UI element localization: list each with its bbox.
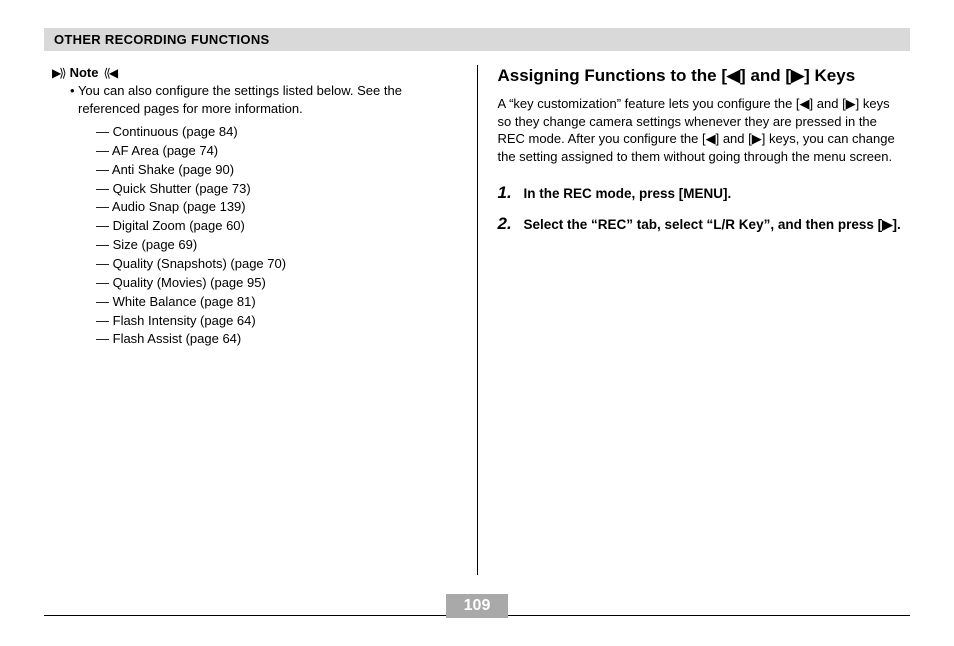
note-label: Note [70,65,99,80]
list-item: Quality (Snapshots) (page 70) [96,255,457,274]
list-item: Flash Intensity (page 64) [96,312,457,331]
step-text: In the REC mode, press [MENU]. [524,183,732,203]
list-item: AF Area (page 74) [96,142,457,161]
list-item: Quality (Movies) (page 95) [96,274,457,293]
left-column: ▶⟩⟩ Note ⟨⟨◀ You can also configure the … [44,65,477,575]
topic-body: A “key customization” feature lets you c… [498,95,903,165]
list-item: Continuous (page 84) [96,123,457,142]
note-icon-left: ▶⟩⟩ [52,66,65,80]
step-1: 1. In the REC mode, press [MENU]. [498,183,903,203]
right-column: Assigning Functions to the [◀] and [▶] K… [478,65,911,575]
topic-heading: Assigning Functions to the [◀] and [▶] K… [498,65,903,87]
list-item: Flash Assist (page 64) [96,330,457,349]
list-item: Size (page 69) [96,236,457,255]
list-item: Quick Shutter (page 73) [96,180,457,199]
list-item: Anti Shake (page 90) [96,161,457,180]
list-item: Audio Snap (page 139) [96,198,457,217]
note-icon-right: ⟨⟨◀ [103,66,116,80]
step-text: Select the “REC” tab, select “L/R Key”, … [524,214,901,234]
step-2: 2. Select the “REC” tab, select “L/R Key… [498,214,903,234]
content-columns: ▶⟩⟩ Note ⟨⟨◀ You can also configure the … [44,65,910,575]
list-item: Digital Zoom (page 60) [96,217,457,236]
section-header-text: OTHER RECORDING FUNCTIONS [54,32,270,47]
note-body-text: You can also configure the settings list… [78,82,457,117]
section-header-bar: OTHER RECORDING FUNCTIONS [44,28,910,51]
page-number: 109 [446,594,508,618]
step-number: 2. [498,214,518,234]
manual-page: OTHER RECORDING FUNCTIONS ▶⟩⟩ Note ⟨⟨◀ Y… [0,0,954,646]
page-footer: 109 [44,615,910,616]
note-heading: ▶⟩⟩ Note ⟨⟨◀ [52,65,457,80]
list-item: White Balance (page 81) [96,293,457,312]
settings-list: Continuous (page 84) AF Area (page 74) A… [96,123,457,349]
step-number: 1. [498,183,518,203]
